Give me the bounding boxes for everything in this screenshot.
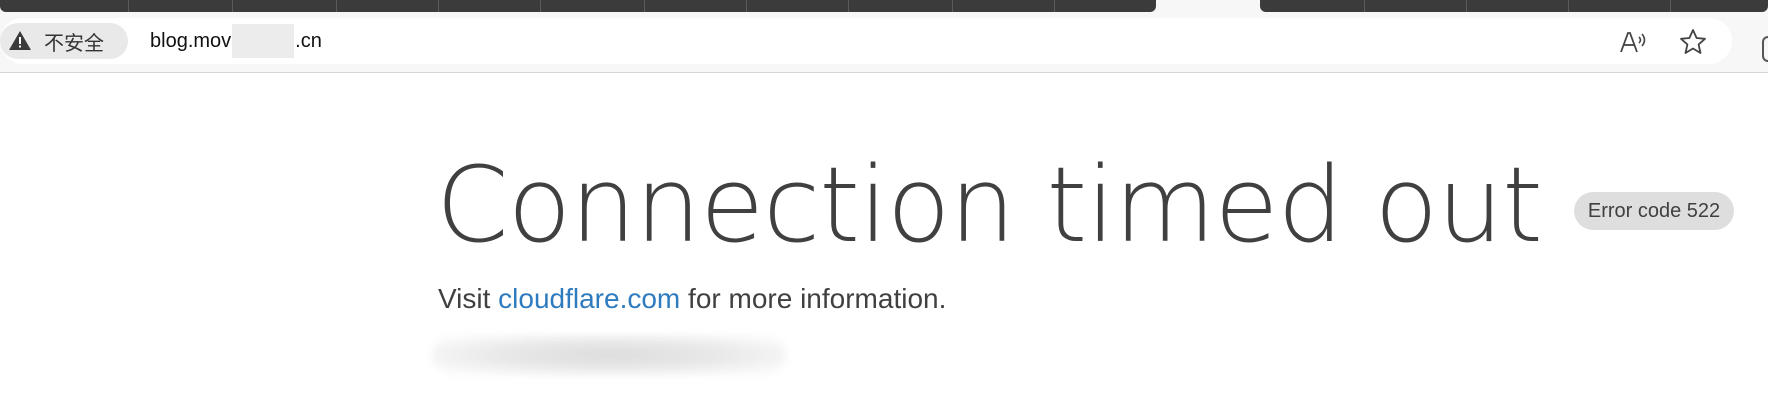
visit-suffix: for more information. [680,283,947,314]
active-tab[interactable] [1156,0,1260,12]
tab-separator [952,0,953,12]
url-redaction [232,24,295,58]
url-text[interactable]: blog.mov .cn [150,18,322,64]
tab-separator [644,0,645,12]
blurred-text-redaction [432,335,786,375]
background-tabs-right[interactable] [1260,0,1768,12]
url-prefix: blog.mov [150,29,232,52]
tab-separator [1670,0,1671,12]
tab-separator [1568,0,1569,12]
background-tabs-left[interactable] [0,0,1156,12]
read-aloud-icon[interactable] [1618,28,1648,58]
browser-toolbar: 不安全 blog.mov .cn [0,12,1768,73]
warning-triangle-icon [9,31,31,50]
tab-separator [438,0,439,12]
tab-strip [0,0,1768,12]
tab-separator [1466,0,1467,12]
tab-separator [746,0,747,12]
tab-separator [336,0,337,12]
star-icon[interactable] [1678,27,1708,57]
tab-separator [540,0,541,12]
security-label: 不安全 [44,30,104,55]
tab-separator [1364,0,1365,12]
site-security-button[interactable]: 不安全 [0,23,128,59]
visit-prefix: Visit [438,283,499,314]
address-bar[interactable]: 不安全 blog.mov .cn [0,18,1732,64]
tab-separator [232,0,233,12]
tab-separator [848,0,849,12]
headline-row: Connection timed out Error code 522 [436,144,1735,266]
profile-button-partial[interactable] [1762,36,1768,62]
tab-separator [1054,0,1055,12]
tab-separator [128,0,129,12]
page-content: Connection timed out Error code 522 Visi… [0,73,1768,400]
visit-line: Visit cloudflare.com for more informatio… [438,283,946,315]
read-aloud-glyph [1620,32,1646,53]
url-suffix: .cn [295,29,322,52]
page-title: Connection timed out [436,144,1543,266]
error-code-badge: Error code 522 [1573,192,1735,230]
cloudflare-link[interactable]: cloudflare.com [498,283,680,314]
